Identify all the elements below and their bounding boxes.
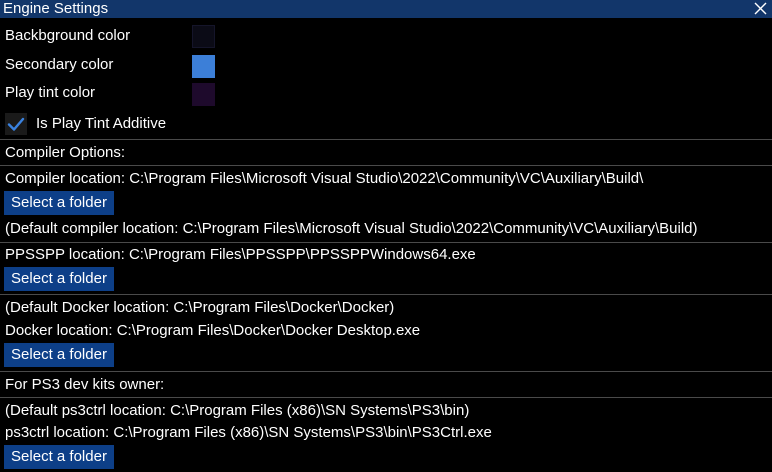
background-color-swatch[interactable] bbox=[192, 25, 215, 48]
compiler-select-folder-button[interactable]: Select a folder bbox=[4, 191, 114, 215]
ppsspp-location-text: PPSSPP location: C:\Program Files\PPSSPP… bbox=[5, 246, 476, 263]
divider bbox=[0, 397, 772, 398]
play-tint-color-swatch[interactable] bbox=[192, 83, 215, 106]
divider bbox=[0, 371, 772, 372]
divider bbox=[0, 294, 772, 295]
compiler-location-text: Compiler location: C:\Program Files\Micr… bbox=[5, 170, 644, 187]
docker-location-text: Docker location: C:\Program Files\Docker… bbox=[5, 322, 421, 339]
ps3-devkits-heading: For PS3 dev kits owner: bbox=[5, 376, 165, 393]
play-tint-additive-checkbox[interactable] bbox=[5, 113, 27, 135]
ps3ctrl-select-folder-button[interactable]: Select a folder bbox=[4, 445, 114, 469]
title-bar: Engine Settings bbox=[0, 0, 772, 18]
docker-select-folder-button[interactable]: Select a folder bbox=[4, 343, 114, 367]
play-tint-additive-label: Is Play Tint Additive bbox=[36, 115, 167, 132]
divider bbox=[0, 139, 772, 140]
checkmark-icon bbox=[7, 117, 25, 131]
ps3ctrl-default-location-text: (Default ps3ctrl location: C:\Program Fi… bbox=[5, 402, 470, 419]
background-color-label: Backbground color bbox=[5, 27, 131, 44]
ps3ctrl-location-text: ps3ctrl location: C:\Program Files (x86)… bbox=[5, 424, 492, 441]
compiler-options-heading: Compiler Options: bbox=[5, 144, 126, 161]
divider bbox=[0, 242, 772, 243]
docker-default-location-text: (Default Docker location: C:\Program Fil… bbox=[5, 299, 395, 316]
secondary-color-swatch[interactable] bbox=[192, 55, 215, 78]
close-icon[interactable] bbox=[753, 1, 768, 16]
divider bbox=[0, 165, 772, 166]
ppsspp-select-folder-button[interactable]: Select a folder bbox=[4, 267, 114, 291]
secondary-color-label: Secondary color bbox=[5, 56, 114, 73]
play-tint-color-label: Play tint color bbox=[5, 84, 96, 101]
compiler-default-location-text: (Default compiler location: C:\Program F… bbox=[5, 220, 698, 237]
engine-settings-window: Engine Settings Backbground color Second… bbox=[0, 0, 772, 472]
window-title: Engine Settings bbox=[3, 0, 109, 17]
